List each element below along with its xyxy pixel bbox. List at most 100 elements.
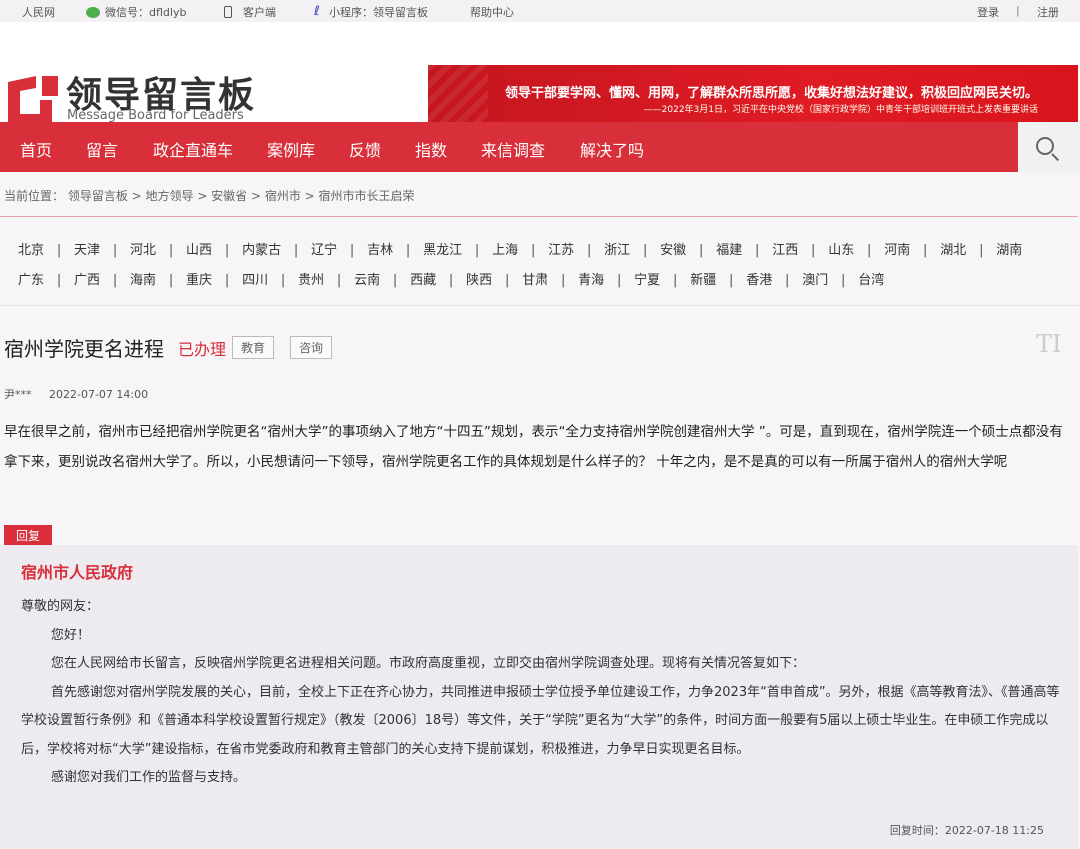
region-link[interactable]: 重庆 — [186, 269, 212, 288]
nav-resolved[interactable]: 解决了吗 — [580, 137, 644, 161]
nav-home[interactable]: 首页 — [20, 137, 52, 161]
region-link[interactable]: 上海 — [492, 239, 518, 258]
region-link[interactable]: 香港 — [746, 269, 772, 288]
region-separator: | — [672, 273, 678, 288]
mini-program-link[interactable]: ℓ 小程序：领导留言板 — [310, 4, 428, 20]
wechat-label[interactable]: 微信号：dfldlyb — [105, 4, 186, 20]
reply-greeting: 尊敬的网友： — [21, 599, 100, 614]
region-separator: | — [168, 273, 174, 288]
region-link[interactable]: 江西 — [772, 239, 798, 258]
region-link[interactable]: 浙江 — [604, 239, 630, 258]
nav-survey[interactable]: 来信调查 — [481, 137, 545, 161]
nav-case-library[interactable]: 案例库 — [267, 137, 315, 161]
region-link[interactable]: 新疆 — [690, 269, 716, 288]
banner-source: ——2022年3月1日，习近平在中央党校（国家行政学院）中青年干部培训班开班式上… — [643, 105, 1038, 115]
region-link[interactable]: 内蒙古 — [242, 239, 281, 258]
wechat-icon — [86, 6, 100, 18]
search-icon-handle — [1051, 153, 1060, 162]
region-link[interactable]: 北京 — [18, 239, 44, 258]
region-link[interactable]: 陕西 — [466, 269, 492, 288]
region-link[interactable]: 宁夏 — [634, 269, 660, 288]
main-nav: 首页 留言 政企直通车 案例库 反馈 指数 来信调查 解决了吗 — [0, 122, 1080, 172]
region-link[interactable]: 湖南 — [996, 239, 1022, 258]
region-link[interactable]: 河南 — [884, 239, 910, 258]
region-separator: | — [841, 273, 846, 288]
region-link[interactable]: 天津 — [74, 239, 100, 258]
region-separator: | — [785, 273, 790, 288]
breadcrumb[interactable]: 当前位置： 领导留言板 > 地方领导 > 安徽省 > 宿州市 > 宿州市市长王启… — [4, 187, 415, 204]
region-link[interactable]: 广西 — [74, 269, 100, 288]
region-separator: | — [642, 243, 648, 258]
people-net-link[interactable]: 人民网 — [22, 4, 55, 20]
header: 领导留言板 Message Board for Leaders 领导干部要学网、… — [0, 22, 1080, 128]
search-icon — [1036, 137, 1054, 155]
region-link[interactable]: 黑龙江 — [423, 239, 462, 258]
region-separator: | — [530, 243, 536, 258]
region-row: 广东 | 广西 | 海南 | 重庆 | 四川 | 贵州 | 云南 | 西藏 | 陕西 | 甘肃 | 青海 | 宁夏 | 新疆 | 香… — [0, 269, 1080, 299]
region-row: 北京 | 天津 | 河北 | 山西 | 内蒙古 | 辽宁 | 吉林 | 黑龙江 | 上海 | 江苏 | 浙江 | 安徽 | 福建… — [0, 239, 1080, 269]
people-net-link-text[interactable]: 人民网 — [22, 4, 55, 20]
region-link[interactable]: 甘肃 — [522, 269, 548, 288]
region-separator: | — [56, 243, 62, 258]
reply-badge: 回复 — [4, 525, 53, 546]
region-separator: | — [504, 273, 510, 288]
region-link[interactable]: 台湾 — [858, 269, 884, 288]
mini-program-icon: ℓ — [313, 4, 321, 19]
breadcrumb-divider — [0, 216, 1078, 217]
region-link[interactable]: 辽宁 — [311, 239, 337, 258]
region-link[interactable]: 安徽 — [660, 239, 686, 258]
region-separator: | — [616, 273, 622, 288]
wechat-link[interactable]: 微信号：dfldlyb — [86, 4, 186, 20]
region-link[interactable]: 福建 — [716, 239, 742, 258]
region-link[interactable]: 广东 — [18, 269, 44, 288]
message-content: 早在很早之前，宿州市已经把宿州学院更名“宿州大学”的事项纳入了地方“十四五”规划… — [4, 424, 1063, 470]
region-separator: | — [336, 273, 342, 288]
region-link[interactable]: 河北 — [130, 239, 156, 258]
nav-feedback[interactable]: 反馈 — [349, 137, 381, 161]
region-link[interactable]: 山西 — [186, 239, 212, 258]
register-label[interactable]: 注册 — [1037, 4, 1059, 20]
region-link[interactable]: 吉林 — [367, 239, 393, 258]
region-separator: | — [56, 273, 62, 288]
font-size-icon[interactable]: TI — [1036, 330, 1062, 358]
nav-index[interactable]: 指数 — [415, 137, 447, 161]
region-link[interactable]: 西藏 — [410, 269, 436, 288]
login-label[interactable]: 登录 — [977, 4, 999, 20]
region-link[interactable]: 云南 — [354, 269, 380, 288]
reply-organization: 宿州市人民政府 — [21, 563, 134, 582]
region-link[interactable]: 海南 — [130, 269, 156, 288]
author-name: 尹*** — [4, 388, 32, 401]
message-title: 宿州学院更名进程 — [4, 337, 164, 361]
region-separator: | — [349, 243, 355, 258]
nav-messages[interactable]: 留言 — [86, 137, 118, 161]
region-separator: | — [698, 243, 704, 258]
logo-mark-icon[interactable] — [6, 74, 60, 122]
region-link[interactable]: 江苏 — [548, 239, 574, 258]
mini-program-label[interactable]: 小程序：领导留言板 — [329, 4, 428, 20]
top-bar: 人民网 微信号：dfldlyb 客户端 ℓ 小程序：领导留言板 帮助中心 登录 … — [0, 0, 1080, 22]
region-link[interactable]: 湖北 — [940, 239, 966, 258]
region-link[interactable]: 四川 — [242, 269, 268, 288]
client-link[interactable]: 客户端 — [224, 4, 276, 20]
tag-consult[interactable]: 咨询 — [290, 336, 333, 359]
tag-education[interactable]: 教育 — [232, 336, 275, 359]
region-link[interactable]: 山东 — [828, 239, 854, 258]
help-link[interactable]: 帮助中心 — [470, 4, 514, 20]
register-link[interactable]: 注册 — [1037, 4, 1059, 20]
region-separator: | — [293, 243, 299, 258]
region-link[interactable]: 青海 — [578, 269, 604, 288]
client-label[interactable]: 客户端 — [243, 4, 276, 20]
region-list: 北京 | 天津 | 河北 | 山西 | 内蒙古 | 辽宁 | 吉林 | 黑龙江 | 上海 | 江苏 | 浙江 | 安徽 | 福建… — [0, 239, 1080, 299]
region-link[interactable]: 贵州 — [298, 269, 324, 288]
slogan-banner: 领导干部要学网、懂网、用网，了解群众所思所愿，收集好想法好建议，积极回应网民关切… — [428, 65, 1078, 128]
reply-paragraph: 您好！ — [51, 627, 91, 643]
post-time: 2022-07-07 14:00 — [49, 388, 149, 401]
region-link[interactable]: 澳门 — [802, 269, 828, 288]
help-label[interactable]: 帮助中心 — [470, 4, 514, 20]
login-link[interactable]: 登录 — [977, 4, 999, 20]
message-meta: 尹*** 2022-07-07 14:00 — [4, 386, 148, 402]
region-separator: | — [586, 243, 592, 258]
search-button[interactable] — [1018, 122, 1080, 172]
nav-enterprise[interactable]: 政企直通车 — [153, 137, 233, 161]
region-separator: | — [923, 243, 928, 258]
